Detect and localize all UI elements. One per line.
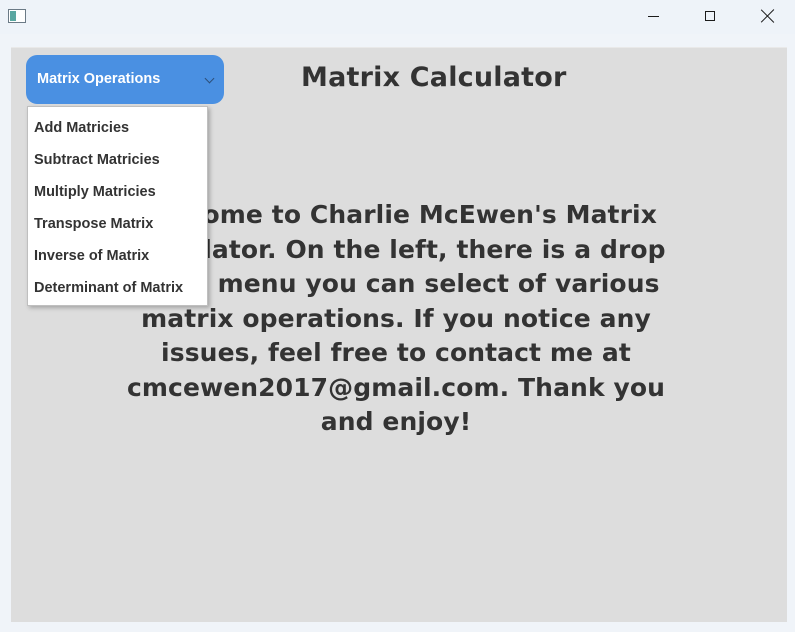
close-icon xyxy=(761,9,775,23)
menu-item-label: Inverse of Matrix xyxy=(34,248,150,264)
maximize-button[interactable] xyxy=(687,0,733,32)
close-button[interactable] xyxy=(745,0,791,32)
menu-item-transpose[interactable]: Transpose Matrix xyxy=(28,206,207,238)
menu-item-subtract[interactable]: Subtract Matricies xyxy=(28,142,207,174)
menu-item-determinant[interactable]: Determinant of Matrix xyxy=(28,270,207,302)
menu-item-label: Subtract Matricies xyxy=(34,152,160,168)
chevron-down-icon xyxy=(204,73,215,84)
menu-item-inverse[interactable]: Inverse of Matrix xyxy=(28,238,207,270)
menu-item-label: Transpose Matrix xyxy=(34,216,154,232)
app-icon xyxy=(8,9,26,23)
minimize-icon xyxy=(647,15,659,17)
page-title: Matrix Calculator xyxy=(301,62,567,93)
menu-item-label: Multiply Matricies xyxy=(34,184,156,200)
matrix-operations-dropdown[interactable]: Matrix Operations xyxy=(26,55,224,104)
maximize-icon xyxy=(705,11,715,21)
menu-item-label: Add Matricies xyxy=(34,120,130,136)
minimize-button[interactable] xyxy=(630,0,676,32)
menu-item-label: Determinant of Matrix xyxy=(34,280,184,296)
window-titlebar xyxy=(0,0,795,34)
operations-menu: Add Matricies Subtract Matricies Multipl… xyxy=(27,106,208,306)
menu-item-multiply[interactable]: Multiply Matricies xyxy=(28,174,207,206)
dropdown-label: Matrix Operations xyxy=(37,71,161,87)
menu-item-add[interactable]: Add Matricies xyxy=(28,110,207,142)
